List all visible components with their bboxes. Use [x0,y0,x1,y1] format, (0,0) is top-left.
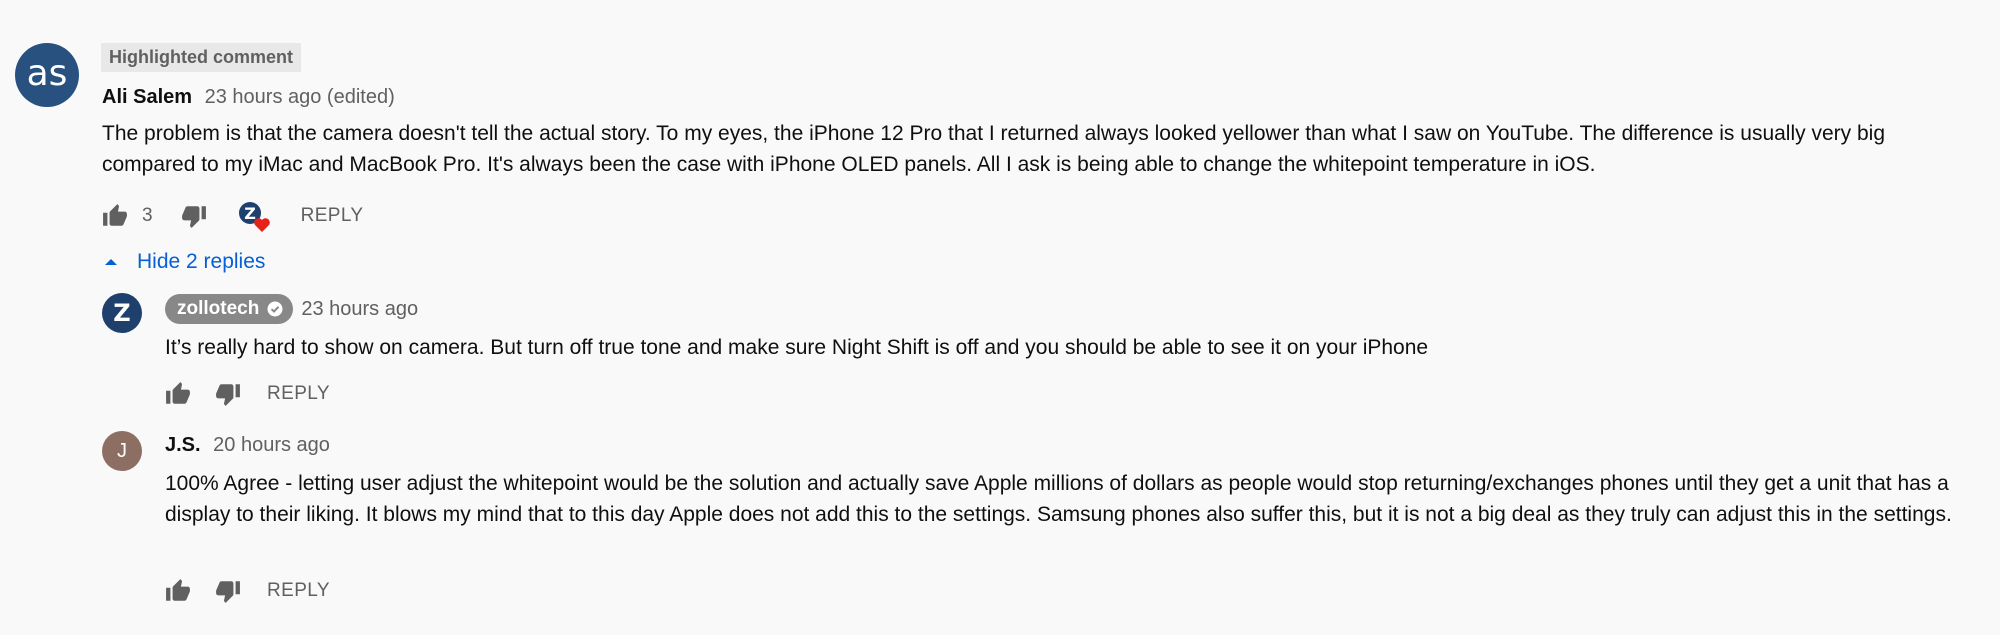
reply-header: zollotech 23 hours ago [165,294,418,324]
thumbs-down-icon[interactable] [181,203,207,229]
reply-button[interactable]: REPLY [301,205,364,227]
reply-header: J.S. 20 hours ago [165,434,330,457]
reply-button[interactable]: REPLY [267,383,330,405]
creator-heart-icon: Z [237,199,271,233]
hide-replies-toggle[interactable]: Hide 2 replies [103,250,265,274]
verified-check-icon [267,301,283,317]
thumbs-down-icon[interactable] [215,381,241,407]
thumbs-up-icon[interactable] [165,381,191,407]
reply-avatar[interactable]: J [102,431,142,471]
avatar-initial: J [117,439,127,462]
svg-text:as: as [27,55,68,94]
reply-actions: REPLY [165,574,330,608]
reply-time[interactable]: 23 hours ago [301,298,418,321]
thumbs-down-icon[interactable] [215,578,241,604]
reply-button[interactable]: REPLY [267,580,330,602]
creator-badge[interactable]: zollotech [165,294,294,324]
highlighted-comment-badge: Highlighted comment [101,43,301,72]
reply-avatar[interactable]: Z [102,293,142,333]
reply-actions: REPLY [165,377,330,411]
comment-author[interactable]: Ali Salem [102,86,192,108]
commenter-avatar[interactable]: as [15,43,79,107]
comment-time[interactable]: 23 hours ago (edited) [205,86,395,108]
comment-text: The problem is that the camera doesn't t… [102,122,1886,176]
reply-text: 100% Agree - letting user adjust the whi… [165,472,1952,526]
reply-author: zollotech [177,298,260,319]
caret-up-icon [103,257,119,267]
as-logo-icon: as [27,55,68,94]
thumbs-up-icon[interactable] [102,203,128,229]
svg-text:Z: Z [244,204,256,223]
comment-actions: 3 Z REPLY [102,199,363,233]
hide-replies-label: Hide 2 replies [137,250,266,273]
reply-text: It’s really hard to show on camera. But … [165,336,1429,359]
comment-header: Ali Salem 23 hours ago (edited) [102,86,395,109]
avatar-initial: Z [113,299,131,327]
reply-author[interactable]: J.S. [165,434,201,456]
thumbs-up-icon[interactable] [165,578,191,604]
reply-time[interactable]: 20 hours ago [213,434,330,456]
like-count: 3 [142,205,153,226]
